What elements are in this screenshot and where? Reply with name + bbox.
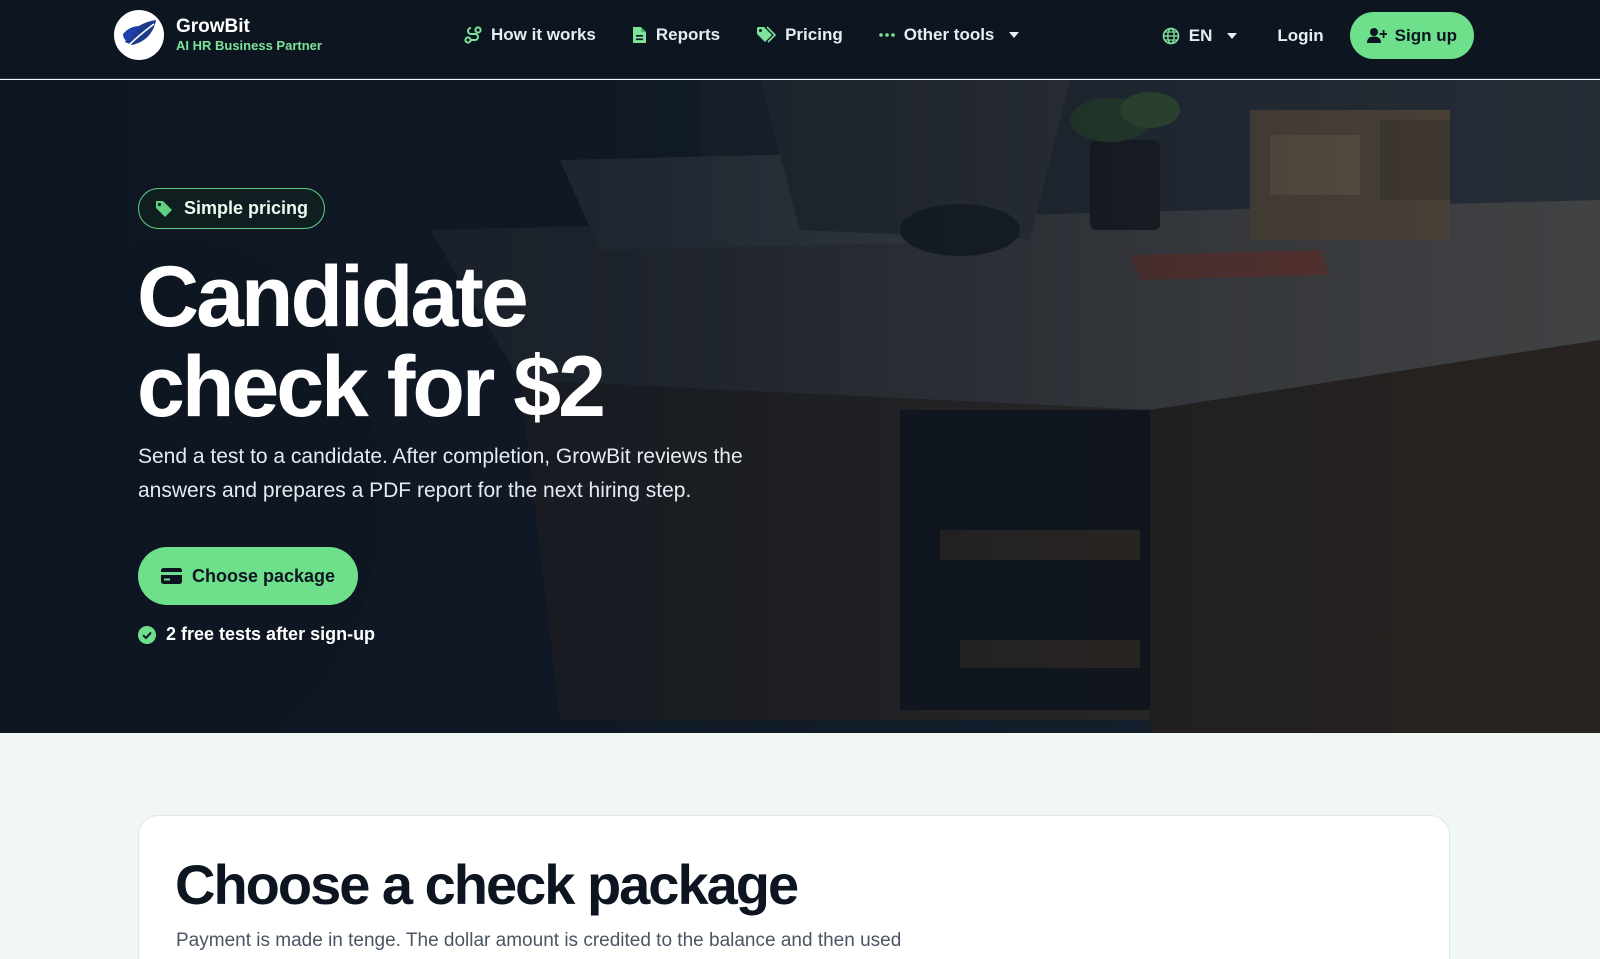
nav-other-tools[interactable]: Other tools — [878, 25, 1020, 45]
ellipsis-icon — [878, 33, 895, 37]
brand-tagline: AI HR Business Partner — [176, 38, 322, 53]
main-nav: How it works Reports Pricing Other tools — [464, 0, 1020, 70]
brand-text: GrowBit AI HR Business Partner — [176, 16, 322, 54]
free-tests-label: 2 free tests after sign-up — [166, 624, 376, 644]
chevron-down-icon — [1009, 32, 1020, 38]
login-link[interactable]: Login — [1277, 26, 1323, 46]
nav-how-it-works[interactable]: How it works — [464, 25, 596, 45]
nav-pricing-label: Pricing — [785, 25, 843, 44]
nav-reports-label: Reports — [655, 25, 721, 44]
packages-card: Choose a check package Payment is made i… — [138, 815, 1450, 959]
route-icon — [464, 26, 482, 44]
nav-other-tools-label: Other tools — [903, 25, 995, 44]
language-label: EN — [1188, 25, 1213, 45]
hero-title: Candidate check for $2 — [137, 249, 606, 435]
chevron-down-icon — [1227, 32, 1238, 39]
document-icon — [632, 27, 646, 43]
user-plus-icon — [1366, 28, 1387, 43]
signup-button[interactable]: Sign up — [1349, 12, 1474, 59]
check-circle-icon — [138, 625, 156, 644]
tags-icon — [757, 26, 777, 43]
nav-reports[interactable]: Reports — [632, 25, 720, 45]
simple-pricing-badge: Simple pricing — [138, 188, 326, 229]
packages-title: Choose a check package — [175, 853, 799, 916]
brand-name: GrowBit — [176, 16, 250, 37]
tag-icon — [156, 200, 172, 217]
hero-section: Simple pricing Candidate check for $2 Se… — [0, 80, 1600, 733]
choose-package-button[interactable]: Choose package — [138, 547, 359, 605]
brand[interactable]: GrowBit AI HR Business Partner — [114, 10, 322, 60]
nav-pricing[interactable]: Pricing — [756, 25, 843, 45]
nav-how-it-works-label: How it works — [491, 25, 596, 44]
globe-icon — [1162, 27, 1180, 44]
hero-description: Send a test to a candidate. After comple… — [138, 445, 743, 502]
packages-description: Payment is made in tenge. The dollar amo… — [176, 930, 902, 951]
free-tests-note: 2 free tests after sign-up — [138, 624, 375, 645]
leaf-logo-icon — [114, 10, 164, 60]
choose-package-label: Choose package — [192, 565, 336, 586]
nav-right: EN Login Sign up — [1162, 12, 1474, 59]
signup-label: Sign up — [1394, 25, 1457, 45]
top-navbar: GrowBit AI HR Business Partner How it wo… — [0, 0, 1600, 79]
credit-card-icon — [161, 568, 182, 584]
language-selector[interactable]: EN — [1162, 26, 1238, 46]
badge-label: Simple pricing — [184, 198, 309, 218]
